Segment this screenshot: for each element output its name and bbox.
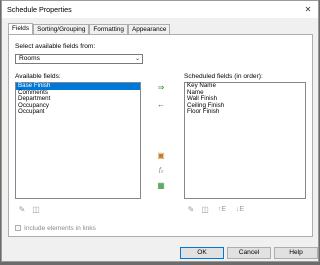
include-links-label: Include elements in links (24, 225, 96, 232)
calculated-value-icon[interactable]: fx (156, 166, 166, 175)
category-select[interactable]: Rooms ⌄ (15, 54, 143, 64)
dialog-title: Schedule Properties (7, 5, 72, 14)
schedule-properties-dialog: Schedule Properties ✕ Fields Sorting/Gro… (1, 0, 319, 262)
tab-fields[interactable]: Fields (8, 23, 34, 34)
scheduled-fields-label: Scheduled fields (in order): (184, 73, 263, 80)
close-icon[interactable]: ✕ (298, 5, 318, 14)
select-from-label: Select available fields from: (15, 43, 96, 50)
available-fields-list[interactable]: Base Finish Comments Department Occupanc… (15, 82, 141, 199)
scheduled-fields-list[interactable]: Key Name Name Wall Finish Ceiling Finish… (184, 82, 306, 199)
category-select-value: Rooms (19, 55, 40, 62)
list-item[interactable]: Floor Finish (185, 108, 305, 116)
remove-field-icon[interactable]: ← (156, 100, 166, 109)
delete-parameter-icon[interactable]: ◫ (31, 205, 41, 214)
ok-button[interactable]: OK (180, 247, 224, 259)
cancel-button[interactable]: Cancel (227, 247, 271, 259)
add-field-icon[interactable]: ⇒ (156, 83, 166, 92)
edit-parameter-icon[interactable]: ✎ (17, 205, 27, 214)
help-button[interactable]: Help (274, 247, 318, 259)
move-up-icon[interactable]: ↑E (217, 205, 227, 214)
chevron-down-icon: ⌄ (134, 56, 140, 62)
tab-strip: Fields Sorting/Grouping Formatting Appea… (8, 23, 171, 34)
move-down-icon[interactable]: ↓E (235, 205, 245, 214)
tab-formatting[interactable]: Formatting (89, 24, 128, 34)
combine-parameters-icon[interactable]: ▦ (156, 181, 166, 190)
fields-panel: Select available fields from: Rooms ⌄ Av… (8, 34, 313, 237)
tab-appearance[interactable]: Appearance (127, 24, 171, 34)
available-fields-label: Available fields: (15, 73, 61, 80)
include-links-row[interactable]: Include elements in links (15, 225, 96, 232)
tab-sorting-grouping[interactable]: Sorting/Grouping (33, 24, 90, 34)
add-parameter-icon[interactable]: ▣ (156, 151, 166, 160)
title-bar: Schedule Properties ✕ (2, 1, 318, 18)
list-item[interactable]: Occupant (16, 108, 140, 116)
include-links-checkbox[interactable] (15, 225, 21, 232)
delete-scheduled-parameter-icon[interactable]: ◫ (200, 205, 210, 214)
edit-scheduled-parameter-icon[interactable]: ✎ (186, 205, 196, 214)
